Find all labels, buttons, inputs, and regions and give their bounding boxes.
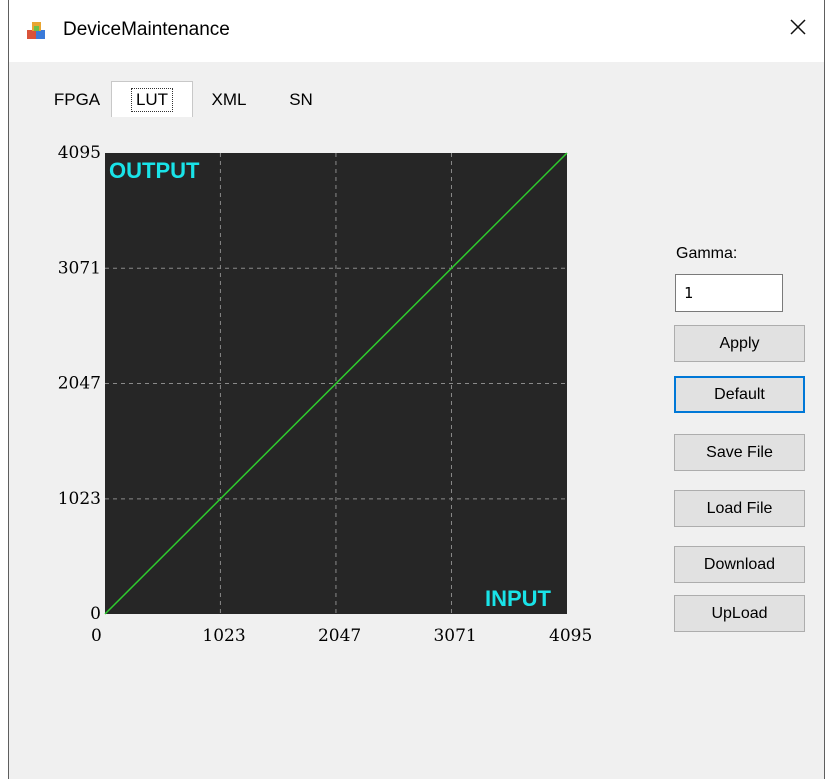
y-tick-label: 0 <box>90 604 101 624</box>
load-file-button[interactable]: Load File <box>674 490 805 527</box>
x-tick-label: 3071 <box>433 626 476 646</box>
x-tick-label: 0 <box>91 626 102 646</box>
y-tick-label: 4095 <box>58 143 101 163</box>
y-tick-label: 3071 <box>58 258 101 278</box>
tab-fpga[interactable]: FPGA <box>39 83 115 117</box>
tab-label: FPGA <box>53 90 101 109</box>
title-bar: DeviceMaintenance <box>9 0 824 62</box>
output-axis-label: OUTPUT <box>109 158 200 183</box>
tab-sn[interactable]: SN <box>265 83 337 117</box>
x-tick-label: 2047 <box>318 626 361 646</box>
tab-xml[interactable]: XML <box>193 83 265 117</box>
device-maintenance-window: DeviceMaintenance FPGA LUT XML SN 0 1023 2… <box>8 0 825 779</box>
app-icon <box>27 22 45 39</box>
close-icon[interactable] <box>784 13 812 41</box>
tab-label: SN <box>289 90 313 109</box>
x-tick-label: 1023 <box>202 626 245 646</box>
y-tick-label: 1023 <box>58 489 101 509</box>
gamma-input[interactable] <box>675 274 783 312</box>
input-axis-label: INPUT <box>485 586 552 611</box>
apply-button[interactable]: Apply <box>674 325 805 362</box>
tab-lut[interactable]: LUT <box>111 81 193 117</box>
download-button[interactable]: Download <box>674 546 805 583</box>
x-tick-label: 4095 <box>549 626 592 646</box>
y-tick-label: 2047 <box>58 374 101 394</box>
gamma-label: Gamma: <box>676 245 738 262</box>
lut-curve-chart: 0 1023 2047 3071 4095 0 1023 2047 3071 4095 OUTPU… <box>58 143 593 646</box>
upload-button[interactable]: UpLoad <box>674 595 805 632</box>
tab-label: XML <box>211 90 247 109</box>
save-file-button[interactable]: Save File <box>674 434 805 471</box>
window-title: DeviceMaintenance <box>63 19 230 40</box>
default-button[interactable]: Default <box>674 376 805 413</box>
tab-label: LUT <box>130 87 174 112</box>
